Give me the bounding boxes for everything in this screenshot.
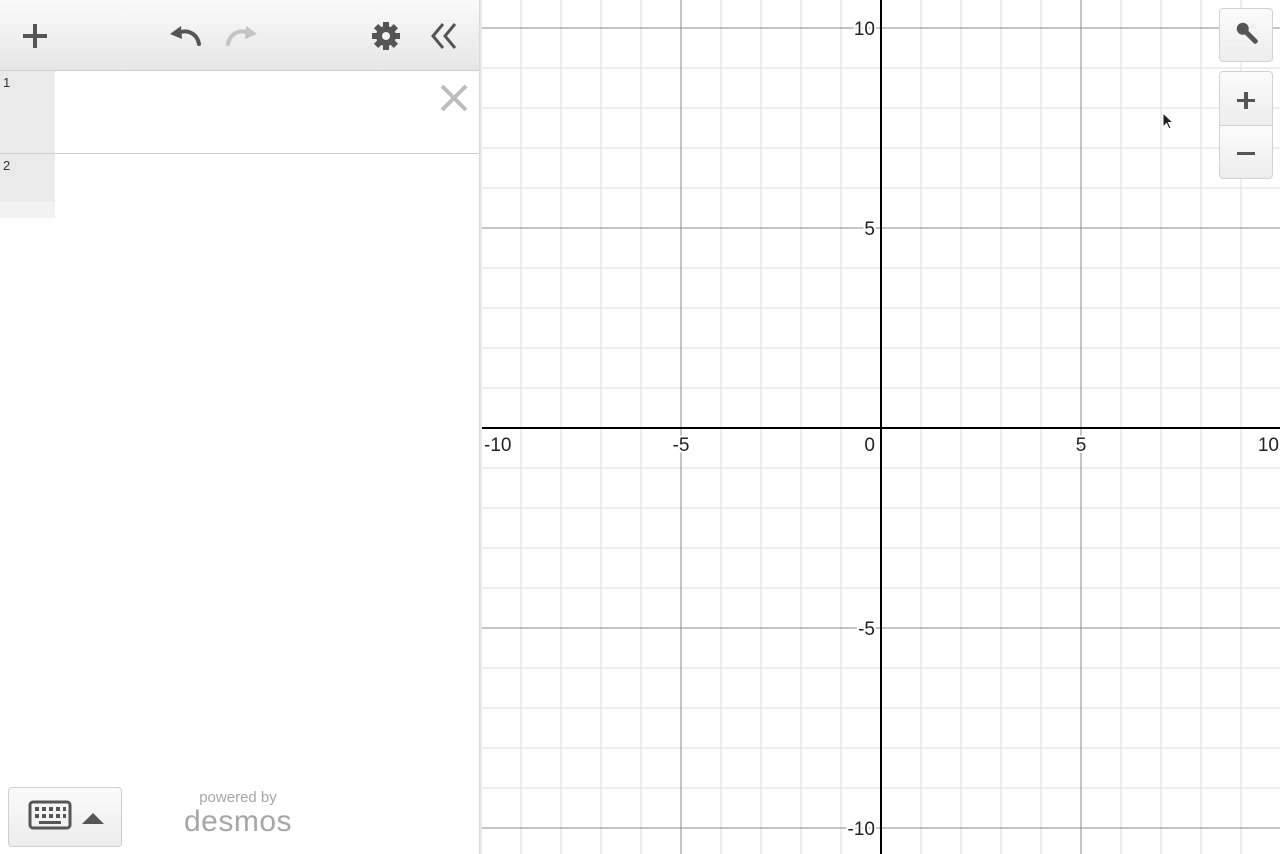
- delete-expression-button[interactable]: [436, 80, 472, 116]
- expression-index: 2: [3, 158, 11, 173]
- powered-by-desmos[interactable]: powered by desmos: [178, 789, 298, 838]
- expression-toolbar: [0, 0, 480, 71]
- add-item-button[interactable]: [15, 14, 55, 58]
- collapse-panel-button[interactable]: [424, 14, 464, 58]
- y-tick-label: -10: [848, 819, 875, 840]
- desmos-logo: desmos: [183, 805, 293, 838]
- expression-input[interactable]: [55, 71, 480, 153]
- expression-index-tab[interactable]: 1: [0, 71, 55, 153]
- y-tick-label: 5: [864, 219, 875, 240]
- expression-row[interactable]: 2: [0, 154, 480, 202]
- x-tick-label: -10: [484, 435, 511, 456]
- zoom-out-icon: [1237, 152, 1255, 155]
- keyboard-icon: [28, 800, 104, 830]
- expression-input[interactable]: [55, 154, 480, 202]
- redo-button[interactable]: [222, 14, 262, 58]
- gear-icon: [372, 22, 400, 50]
- graph-settings-button[interactable]: [366, 14, 406, 58]
- graph-settings-wrench-button[interactable]: [1219, 8, 1273, 62]
- powered-by-text: powered by: [199, 789, 277, 806]
- zoom-in-icon: [1237, 92, 1255, 109]
- plus-icon: [23, 24, 47, 48]
- zoom-out-button[interactable]: [1219, 125, 1273, 179]
- undo-icon: [170, 26, 201, 46]
- expression-panel: 1 2 powered by desmos: [0, 0, 480, 854]
- x-tick-label: -5: [673, 435, 690, 456]
- close-icon: [440, 84, 468, 112]
- x-tick-label: 0: [864, 435, 875, 456]
- keypad-toggle-button[interactable]: [8, 787, 122, 847]
- expression-index-tab[interactable]: 2: [0, 154, 55, 202]
- x-tick-label: 5: [1076, 435, 1087, 456]
- expression-index: 1: [3, 75, 11, 90]
- y-tick-label: 10: [854, 19, 875, 40]
- undo-button[interactable]: [165, 14, 205, 58]
- wrench-icon: [1236, 22, 1258, 44]
- expression-list-end: [0, 202, 55, 218]
- graph-canvas[interactable]: -10 -5 0 5 10 10 5 -5 -10: [482, 0, 1280, 854]
- caret-up-icon: [82, 813, 104, 824]
- x-tick-label: 10: [1258, 435, 1279, 456]
- expression-row[interactable]: 1: [0, 71, 480, 154]
- y-tick-label: -5: [858, 619, 875, 640]
- zoom-in-button[interactable]: [1219, 71, 1273, 126]
- mouse-pointer-icon: [1162, 112, 1175, 130]
- redo-icon: [226, 26, 257, 46]
- double-chevron-left-icon: [431, 23, 457, 49]
